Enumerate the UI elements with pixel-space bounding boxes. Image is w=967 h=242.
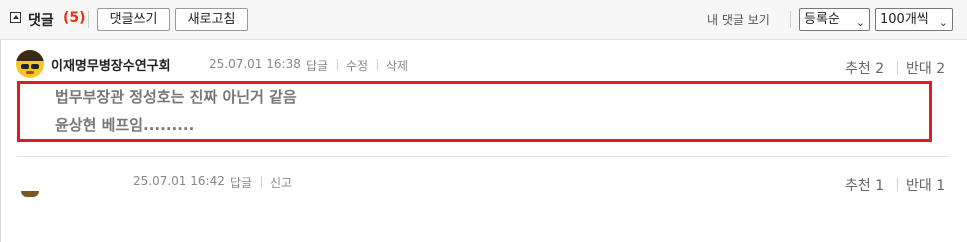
comment-body-line: 윤상현 베프임......... — [55, 116, 195, 134]
report-link[interactable]: 신고 — [270, 174, 292, 191]
divider — [897, 178, 898, 191]
comment-count: (5) — [63, 10, 86, 26]
my-comments-link[interactable]: 내 댓글 보기 — [707, 11, 770, 28]
oppose-button[interactable]: 반대 1 — [906, 175, 945, 195]
collapse-icon[interactable] — [10, 12, 21, 23]
recommend-button[interactable]: 추천 2 — [845, 58, 884, 78]
comment-divider — [17, 156, 950, 157]
recommend-button[interactable]: 추천 1 — [845, 175, 884, 195]
sort-select[interactable]: 등록순 ⌄ — [799, 8, 870, 31]
divider — [790, 11, 791, 28]
edit-link[interactable]: 수정 — [346, 57, 368, 74]
divider — [897, 61, 898, 74]
refresh-button[interactable]: 새로고침 — [175, 8, 248, 31]
comment-author[interactable]: 이재명무병장수연구회 — [51, 55, 171, 74]
avatar[interactable] — [21, 191, 39, 197]
chevron-down-icon: ⌄ — [938, 16, 948, 29]
avatar[interactable] — [16, 50, 44, 78]
reply-link[interactable]: 답글 — [230, 174, 252, 191]
divider — [377, 59, 378, 70]
comment-body-line: 법무부장관 정성호는 진짜 아닌거 같음 — [55, 88, 297, 106]
oppose-button[interactable]: 반대 2 — [906, 58, 945, 78]
comment-date: 25.07.01 16:42 — [133, 174, 225, 188]
write-comment-button[interactable]: 댓글쓰기 — [97, 8, 170, 31]
divider — [88, 11, 89, 28]
delete-link[interactable]: 삭제 — [386, 57, 408, 74]
divider — [337, 59, 338, 70]
comment-toolbar: 댓글 (5) 댓글쓰기 새로고침 내 댓글 보기 등록순 ⌄ 100개씩 ⌄ — [0, 0, 967, 40]
comment-title: 댓글 — [28, 13, 54, 29]
divider — [261, 176, 262, 187]
chevron-down-icon: ⌄ — [855, 16, 865, 29]
page-size-select[interactable]: 100개씩 ⌄ — [875, 8, 953, 31]
page-size-select-value: 100개씩 — [880, 12, 929, 27]
reply-link[interactable]: 답글 — [306, 57, 328, 74]
comment-date: 25.07.01 16:38 — [209, 57, 301, 71]
sort-select-value: 등록순 — [804, 12, 840, 27]
